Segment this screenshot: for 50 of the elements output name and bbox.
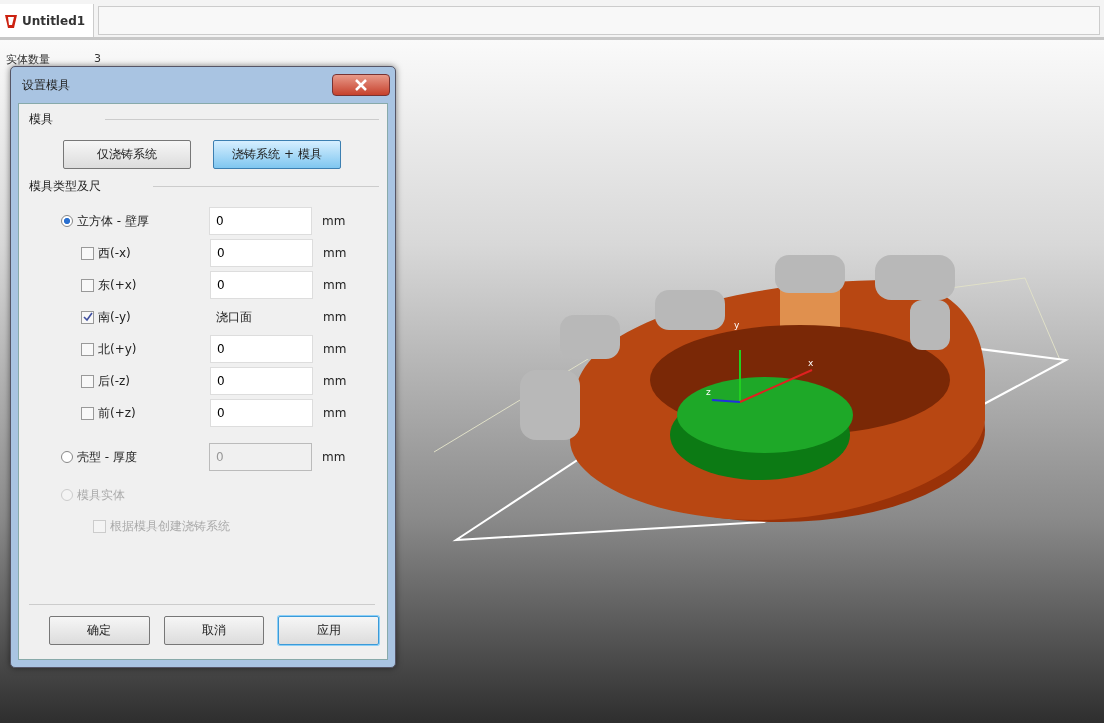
- input-field[interactable]: 0: [210, 335, 313, 363]
- input-field[interactable]: 0: [210, 399, 313, 427]
- unit-label: mm: [323, 278, 347, 292]
- checkbox[interactable]: [81, 374, 94, 388]
- document-tab[interactable]: Untitled1: [0, 4, 95, 37]
- dialog-button[interactable]: 取消: [163, 616, 265, 645]
- unit-label: mm: [323, 310, 347, 324]
- input-field[interactable]: 0: [210, 239, 313, 267]
- dialog-title: 设置模具: [21, 76, 70, 94]
- unit-label: mm: [323, 374, 347, 388]
- close-button[interactable]: [332, 74, 390, 96]
- checkbox[interactable]: [81, 278, 94, 292]
- input-field[interactable]: 0: [210, 271, 313, 299]
- option-label: 立方体 - 壁厚: [77, 212, 150, 230]
- dialog-button[interactable]: 应用: [278, 616, 379, 645]
- option-label: 东(+x): [98, 276, 138, 294]
- info-label: 实体数量: [6, 52, 50, 67]
- radio-button[interactable]: [61, 451, 73, 463]
- option-label: 前(+z): [98, 404, 137, 422]
- axis-label: x: [808, 358, 814, 368]
- mode-button[interactable]: 浇铸系统 + 模具: [213, 140, 341, 169]
- info-value: 3: [94, 52, 101, 67]
- axis-label: y: [734, 320, 740, 330]
- checkbox[interactable]: [81, 406, 94, 420]
- axis-label: z: [706, 387, 711, 397]
- dialog-button[interactable]: 确定: [49, 616, 150, 645]
- option-label: 根据模具创建浇铸系统: [110, 517, 230, 535]
- section-label: 模具类型及尺: [29, 177, 101, 195]
- option-label: 壳型 - 厚度: [77, 448, 138, 466]
- input-field[interactable]: 0: [209, 207, 312, 235]
- close-icon: [354, 79, 368, 91]
- unit-label: mm: [322, 214, 346, 228]
- unit-label: mm: [323, 246, 347, 260]
- option-label: 模具实体: [77, 486, 125, 504]
- input-field[interactable]: 0: [210, 367, 313, 395]
- unit-label: mm: [323, 406, 347, 420]
- radio-button[interactable]: [61, 215, 73, 227]
- section-label: 模具: [29, 110, 53, 128]
- mode-button[interactable]: 仅浇铸系统: [63, 140, 191, 169]
- option-label: 南(-y): [98, 308, 132, 326]
- option-label: 西(-x): [98, 244, 132, 262]
- option-label: 北(+y): [98, 340, 138, 358]
- checkbox[interactable]: [81, 246, 94, 260]
- checkbox[interactable]: [81, 310, 94, 324]
- app-icon: [4, 12, 18, 29]
- value-text: 浇口面: [215, 308, 253, 326]
- checkbox[interactable]: [81, 342, 94, 356]
- unit-label: mm: [322, 450, 346, 464]
- option-label: 后(-z): [98, 372, 131, 390]
- unit-label: mm: [323, 342, 347, 356]
